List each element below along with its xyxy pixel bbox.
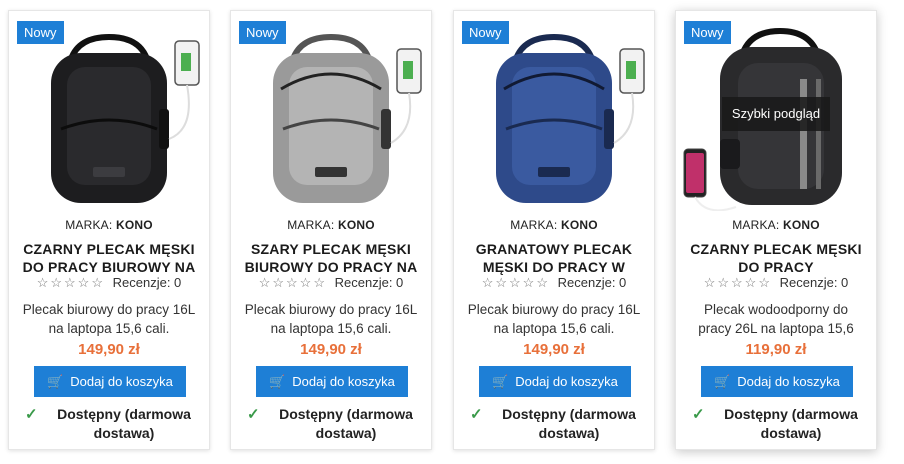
product-card[interactable]: Nowy MARKA: KONO CZARNY PLECAK MĘSKI DO … (8, 10, 210, 450)
product-title[interactable]: CZARNY PLECAK MĘSKI DO PRACY BIUROWY NA (17, 240, 201, 278)
reviews-count: Recenzje: 0 (557, 275, 627, 290)
reviews-count: Recenzje: 0 (779, 275, 849, 290)
add-to-cart-label: Dodaj do koszyka (737, 374, 840, 389)
product-title[interactable]: SZARY PLECAK MĘSKI BIUROWY DO PRACY NA (239, 240, 423, 278)
add-to-cart-label: Dodaj do koszyka (70, 374, 173, 389)
phone-icon (613, 48, 645, 144)
availability-text: Dostępny (darmowa dostawa) (502, 406, 636, 441)
new-badge: Nowy (17, 21, 64, 44)
product-price: 119,90 zł (745, 341, 807, 358)
cart-icon: 🛒 (269, 374, 286, 389)
add-to-cart-label: Dodaj do koszyka (292, 374, 395, 389)
product-card[interactable]: Nowy MARKA: K (230, 10, 432, 450)
brand-line: MARKA: KONO (454, 218, 654, 232)
reviews-count: Recenzje: 0 (334, 275, 404, 290)
phone-icon (168, 40, 200, 140)
product-image[interactable] (454, 19, 654, 211)
star-rating-icon: ☆☆☆☆☆ (258, 275, 327, 290)
product-image[interactable] (9, 19, 209, 211)
brand-label: MARKA: (510, 218, 558, 232)
product-title[interactable]: CZARNY PLECAK MĘSKI DO PRACY WODOODPORNY (684, 240, 868, 278)
availability: ✓ Dostępny (darmowa dostawa) (690, 405, 870, 443)
backpack-icon (496, 33, 614, 203)
new-badge: Nowy (239, 21, 286, 44)
new-badge: Nowy (684, 21, 731, 44)
brand-name[interactable]: KONO (783, 218, 820, 232)
check-icon: ✓ (247, 406, 260, 423)
add-to-cart-button[interactable]: 🛒 Dodaj do koszyka (256, 366, 408, 397)
check-icon: ✓ (470, 406, 483, 423)
product-image[interactable] (231, 19, 431, 211)
product-price: 149,90 zł (523, 341, 585, 358)
product-description: Plecak biurowy do pracy 16L na laptopa 1… (244, 302, 418, 336)
check-icon: ✓ (25, 406, 38, 423)
availability-text: Dostępny (darmowa dostawa) (279, 406, 413, 441)
rating: ☆☆☆☆☆ Recenzje: 0 (676, 275, 876, 291)
brand-line: MARKA: KONO (676, 218, 876, 232)
cart-icon: 🛒 (492, 374, 509, 389)
availability: ✓ Dostępny (darmowa dostawa) (245, 405, 425, 443)
rating: ☆☆☆☆☆ Recenzje: 0 (231, 275, 431, 291)
add-to-cart-button[interactable]: 🛒 Dodaj do koszyka (479, 366, 631, 397)
new-badge: Nowy (462, 21, 509, 44)
brand-name[interactable]: KONO (338, 218, 375, 232)
product-price: 149,90 zł (78, 341, 140, 358)
check-icon: ✓ (692, 406, 705, 423)
brand-label: MARKA: (732, 218, 780, 232)
add-to-cart-button[interactable]: 🛒 Dodaj do koszyka (701, 366, 853, 397)
product-card[interactable]: Nowy Szybki podgląd MARKA: KONO CZARNY P… (675, 10, 877, 450)
add-to-cart-label: Dodaj do koszyka (515, 374, 618, 389)
reviews-count: Recenzje: 0 (112, 275, 182, 290)
brand-name[interactable]: KONO (116, 218, 153, 232)
product-card[interactable]: Nowy MARKA: K (453, 10, 655, 450)
brand-name[interactable]: KONO (561, 218, 598, 232)
rating: ☆☆☆☆☆ Recenzje: 0 (9, 275, 209, 291)
availability-text: Dostępny (darmowa dostawa) (724, 406, 858, 441)
cart-icon: 🛒 (714, 374, 731, 389)
star-rating-icon: ☆☆☆☆☆ (703, 275, 772, 290)
rating: ☆☆☆☆☆ Recenzje: 0 (454, 275, 654, 291)
brand-label: MARKA: (65, 218, 113, 232)
star-rating-icon: ☆☆☆☆☆ (481, 275, 550, 290)
availability: ✓ Dostępny (darmowa dostawa) (468, 405, 648, 443)
cart-icon: 🛒 (47, 374, 64, 389)
product-grid: Nowy MARKA: KONO CZARNY PLECAK MĘSKI DO … (8, 10, 896, 452)
availability-text: Dostępny (darmowa dostawa) (57, 406, 191, 441)
brand-line: MARKA: KONO (231, 218, 431, 232)
quick-view-button[interactable]: Szybki podgląd (722, 97, 830, 131)
product-title[interactable]: GRANATOWY PLECAK MĘSKI DO PRACY W (462, 240, 646, 278)
product-price: 149,90 zł (300, 341, 362, 358)
brand-label: MARKA: (287, 218, 335, 232)
product-description: Plecak biurowy do pracy 16L na laptopa 1… (467, 302, 641, 336)
add-to-cart-button[interactable]: 🛒 Dodaj do koszyka (34, 366, 186, 397)
product-description: Plecak wodoodporny do pracy 26L na lapto… (698, 302, 854, 336)
availability: ✓ Dostępny (darmowa dostawa) (23, 405, 203, 443)
star-rating-icon: ☆☆☆☆☆ (36, 275, 105, 290)
brand-line: MARKA: KONO (9, 218, 209, 232)
phone-icon (390, 48, 422, 144)
backpack-icon (273, 33, 391, 203)
product-description: Plecak biurowy do pracy 16L na laptopa 1… (22, 302, 196, 336)
backpack-icon (51, 33, 169, 203)
